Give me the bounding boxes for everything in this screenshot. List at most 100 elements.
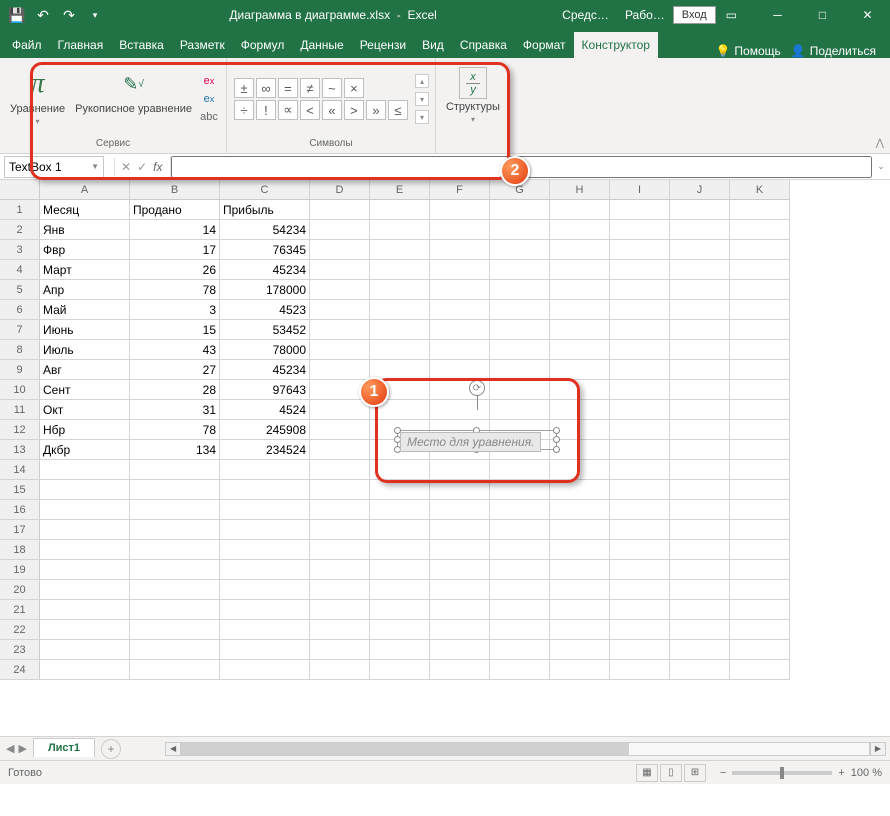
cell[interactable] [310, 460, 370, 480]
professional-icon[interactable]: ex [200, 73, 218, 89]
cell[interactable] [130, 520, 220, 540]
cell[interactable] [220, 620, 310, 640]
cell[interactable] [610, 260, 670, 280]
cell[interactable] [430, 460, 490, 480]
row-header[interactable]: 19 [0, 560, 40, 580]
cell[interactable] [130, 480, 220, 500]
cell[interactable] [670, 280, 730, 300]
row-header[interactable]: 3 [0, 240, 40, 260]
cell[interactable] [550, 260, 610, 280]
cell[interactable]: 45234 [220, 260, 310, 280]
symbol-btn[interactable]: ∝ [278, 100, 298, 120]
cell[interactable] [730, 660, 790, 680]
cell[interactable] [550, 220, 610, 240]
zoom-in-icon[interactable]: + [838, 767, 844, 779]
col-header[interactable]: D [310, 180, 370, 200]
cell[interactable] [610, 220, 670, 240]
tab-home[interactable]: Главная [50, 32, 112, 58]
cell[interactable]: 53452 [220, 320, 310, 340]
cell[interactable] [40, 600, 130, 620]
cell[interactable] [610, 500, 670, 520]
cell[interactable] [310, 220, 370, 240]
cell[interactable]: 97643 [220, 380, 310, 400]
maximize-icon[interactable]: □ [800, 0, 845, 30]
symbol-btn[interactable]: = [278, 78, 298, 98]
cell[interactable] [130, 640, 220, 660]
cell[interactable] [490, 480, 550, 500]
cell[interactable] [430, 220, 490, 240]
row-header[interactable]: 18 [0, 540, 40, 560]
cell[interactable]: 4523 [220, 300, 310, 320]
cell[interactable]: Март [40, 260, 130, 280]
cell[interactable] [550, 640, 610, 660]
cell[interactable] [220, 540, 310, 560]
cell[interactable] [610, 540, 670, 560]
cell[interactable] [730, 300, 790, 320]
cell[interactable] [130, 560, 220, 580]
cell[interactable] [730, 320, 790, 340]
cell[interactable]: Апр [40, 280, 130, 300]
cell[interactable] [130, 500, 220, 520]
cell[interactable] [550, 580, 610, 600]
cell[interactable] [430, 260, 490, 280]
normal-view-icon[interactable]: ▦ [636, 764, 658, 782]
tab-data[interactable]: Данные [292, 32, 351, 58]
cell[interactable] [370, 460, 430, 480]
symbol-btn[interactable]: × [344, 78, 364, 98]
cell[interactable] [490, 360, 550, 380]
cell[interactable] [310, 360, 370, 380]
cell[interactable] [490, 620, 550, 640]
row-header[interactable]: 1 [0, 200, 40, 220]
cell[interactable] [670, 400, 730, 420]
cell[interactable]: Июнь [40, 320, 130, 340]
cell[interactable] [670, 540, 730, 560]
col-header[interactable]: I [610, 180, 670, 200]
cell[interactable] [370, 500, 430, 520]
linear-icon[interactable]: ex [200, 91, 218, 107]
zoom-out-icon[interactable]: − [720, 767, 726, 779]
col-header[interactable]: K [730, 180, 790, 200]
rotate-handle-icon[interactable]: ⟳ [469, 380, 485, 396]
cell[interactable] [430, 360, 490, 380]
cell[interactable] [370, 640, 430, 660]
scroll-left-icon[interactable]: ◀ [165, 742, 181, 756]
structures-button[interactable]: xy Структуры ▾ [442, 65, 504, 133]
row-header[interactable]: 11 [0, 400, 40, 420]
cell[interactable] [670, 500, 730, 520]
cell[interactable] [430, 200, 490, 220]
symbol-btn[interactable]: » [366, 100, 386, 120]
cell[interactable] [40, 640, 130, 660]
cell[interactable] [490, 540, 550, 560]
cell[interactable] [550, 500, 610, 520]
cell[interactable] [550, 300, 610, 320]
cell[interactable]: 3 [130, 300, 220, 320]
cell[interactable] [610, 580, 670, 600]
cell[interactable] [730, 480, 790, 500]
cell[interactable] [370, 540, 430, 560]
cell[interactable] [430, 560, 490, 580]
cell[interactable] [490, 380, 550, 400]
cell[interactable] [40, 560, 130, 580]
symbol-btn[interactable]: > [344, 100, 364, 120]
cell[interactable] [610, 420, 670, 440]
cell[interactable] [730, 620, 790, 640]
cell[interactable] [370, 280, 430, 300]
cell[interactable] [610, 300, 670, 320]
cell[interactable] [40, 540, 130, 560]
close-icon[interactable]: ✕ [845, 0, 890, 30]
cell[interactable] [490, 660, 550, 680]
cell[interactable] [610, 520, 670, 540]
cell[interactable]: 245908 [220, 420, 310, 440]
cell[interactable] [730, 340, 790, 360]
cell[interactable] [670, 460, 730, 480]
cell[interactable] [550, 480, 610, 500]
cell[interactable] [670, 380, 730, 400]
cell[interactable] [550, 360, 610, 380]
cell[interactable] [310, 560, 370, 580]
name-box[interactable]: TextBox 1 ▼ [4, 156, 104, 178]
cell[interactable] [730, 280, 790, 300]
cell[interactable]: Окт [40, 400, 130, 420]
col-header[interactable]: A [40, 180, 130, 200]
cell[interactable]: Фвр [40, 240, 130, 260]
cell[interactable] [490, 280, 550, 300]
